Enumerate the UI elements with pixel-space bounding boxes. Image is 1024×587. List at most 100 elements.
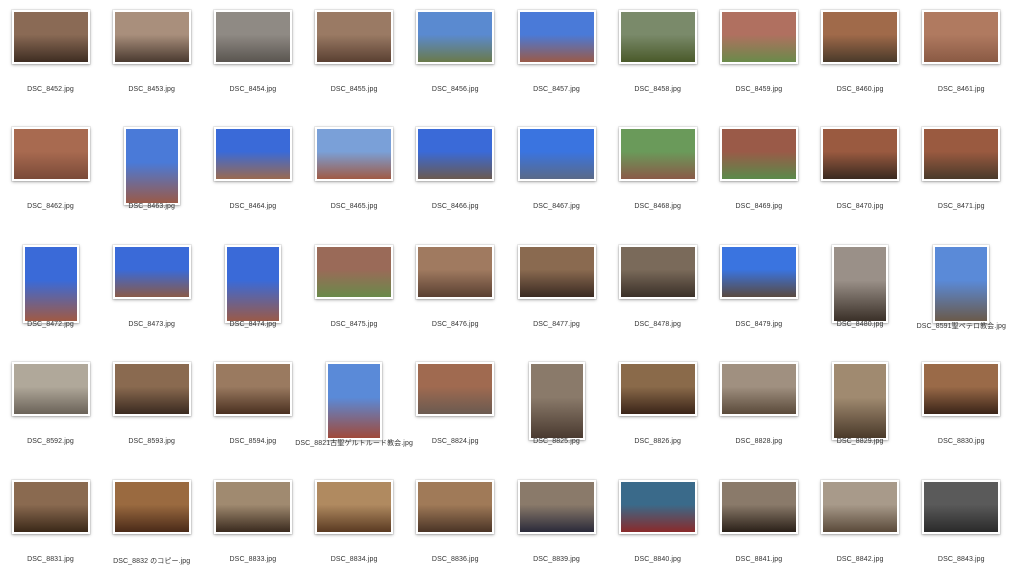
file-item[interactable]: DSC_8459.jpg [708, 0, 809, 117]
file-thumbnail[interactable] [11, 479, 90, 534]
file-thumbnail[interactable] [416, 127, 495, 182]
file-item[interactable]: DSC_8452.jpg [0, 0, 101, 117]
file-item[interactable]: DSC_8471.jpg [911, 117, 1012, 234]
file-item[interactable]: DSC_8479.jpg [708, 235, 809, 352]
file-item[interactable]: DSC_8461.jpg [911, 0, 1012, 117]
file-thumbnail[interactable] [832, 362, 889, 441]
file-thumbnail[interactable] [922, 362, 1001, 417]
file-thumbnail[interactable] [517, 127, 596, 182]
file-thumbnail[interactable] [618, 362, 697, 417]
file-item[interactable]: DSC_8477.jpg [506, 235, 607, 352]
file-item[interactable]: DSC_8475.jpg [304, 235, 405, 352]
file-thumbnail[interactable] [933, 244, 990, 323]
file-item[interactable]: DSC_8469.jpg [708, 117, 809, 234]
file-thumbnail[interactable] [517, 479, 596, 534]
file-item[interactable]: DSC_8478.jpg [607, 235, 708, 352]
file-item[interactable]: DSC_8460.jpg [810, 0, 911, 117]
file-item[interactable]: DSC_8458.jpg [607, 0, 708, 117]
file-thumbnail[interactable] [416, 362, 495, 417]
file-thumbnail[interactable] [112, 10, 191, 64]
file-thumbnail[interactable] [618, 127, 697, 182]
file-thumbnail[interactable] [821, 10, 900, 64]
file-thumbnail[interactable] [719, 127, 798, 182]
file-thumbnail[interactable] [112, 244, 191, 299]
file-item[interactable]: DSC_8826.jpg [607, 352, 708, 469]
file-thumbnail[interactable] [719, 479, 798, 534]
file-item[interactable]: DSC_8593.jpg [101, 352, 202, 469]
file-thumbnail[interactable] [618, 479, 697, 534]
file-thumbnail[interactable] [922, 127, 1001, 182]
file-item[interactable]: DSC_8840.jpg [607, 470, 708, 587]
file-thumbnail[interactable] [224, 244, 281, 323]
file-item[interactable]: DSC_8832 のコピー.jpg [101, 470, 202, 587]
file-item[interactable]: DSC_8824.jpg [405, 352, 506, 469]
file-thumbnail[interactable] [315, 244, 394, 299]
file-thumbnail[interactable] [719, 10, 798, 64]
file-thumbnail[interactable] [315, 479, 394, 534]
file-thumbnail[interactable] [821, 127, 900, 182]
file-item[interactable]: DSC_8839.jpg [506, 470, 607, 587]
file-item[interactable]: DSC_8467.jpg [506, 117, 607, 234]
file-thumbnail[interactable] [416, 244, 495, 299]
file-item[interactable]: DSC_8829.jpg [810, 352, 911, 469]
file-thumbnail[interactable] [112, 479, 191, 534]
file-thumbnail[interactable] [719, 244, 798, 299]
file-thumbnail[interactable] [618, 10, 697, 64]
file-item[interactable]: DSC_8842.jpg [810, 470, 911, 587]
file-item[interactable]: DSC_8468.jpg [607, 117, 708, 234]
file-thumbnail[interactable] [832, 244, 889, 323]
file-thumbnail[interactable] [326, 362, 383, 441]
file-item[interactable]: DSC_8454.jpg [202, 0, 303, 117]
file-item[interactable]: DSC_8841.jpg [708, 470, 809, 587]
file-thumbnail[interactable] [112, 362, 191, 417]
file-thumbnail[interactable] [416, 10, 495, 64]
file-thumbnail[interactable] [315, 10, 394, 64]
file-thumbnail[interactable] [22, 244, 79, 323]
file-thumbnail[interactable] [213, 479, 292, 534]
file-item[interactable]: DSC_8591聖ペテロ教会.jpg [911, 235, 1012, 352]
file-item[interactable]: DSC_8474.jpg [202, 235, 303, 352]
file-item[interactable]: DSC_8843.jpg [911, 470, 1012, 587]
file-item[interactable]: DSC_8834.jpg [304, 470, 405, 587]
file-thumbnail[interactable] [213, 10, 292, 64]
file-item[interactable]: DSC_8476.jpg [405, 235, 506, 352]
file-item[interactable]: DSC_8457.jpg [506, 0, 607, 117]
file-thumbnail[interactable] [517, 244, 596, 299]
file-thumbnail[interactable] [922, 10, 1001, 64]
file-thumbnail[interactable] [11, 127, 90, 182]
file-item[interactable]: DSC_8455.jpg [304, 0, 405, 117]
file-thumbnail[interactable] [821, 479, 900, 534]
file-thumbnail[interactable] [922, 479, 1001, 534]
file-item[interactable]: DSC_8465.jpg [304, 117, 405, 234]
file-thumbnail[interactable] [416, 479, 495, 534]
file-item[interactable]: DSC_8594.jpg [202, 352, 303, 469]
file-item[interactable]: DSC_8463.jpg [101, 117, 202, 234]
file-item[interactable]: DSC_8472.jpg [0, 235, 101, 352]
file-thumbnail[interactable] [213, 362, 292, 417]
file-item[interactable]: DSC_8831.jpg [0, 470, 101, 587]
file-item[interactable]: DSC_8830.jpg [911, 352, 1012, 469]
file-thumbnail[interactable] [618, 244, 697, 299]
file-thumbnail[interactable] [528, 362, 585, 441]
file-thumbnail[interactable] [315, 127, 394, 182]
file-item[interactable]: DSC_8821古聖ゲルトルード教会.jpg [295, 352, 413, 469]
file-item[interactable]: DSC_8456.jpg [405, 0, 506, 117]
file-item[interactable]: DSC_8462.jpg [0, 117, 101, 234]
file-item[interactable]: DSC_8470.jpg [810, 117, 911, 234]
file-thumbnail[interactable] [213, 127, 292, 182]
file-item[interactable]: DSC_8473.jpg [101, 235, 202, 352]
file-item[interactable]: DSC_8836.jpg [405, 470, 506, 587]
file-item[interactable]: DSC_8592.jpg [0, 352, 101, 469]
file-item[interactable]: DSC_8828.jpg [708, 352, 809, 469]
file-item[interactable]: DSC_8453.jpg [101, 0, 202, 117]
file-thumbnail[interactable] [11, 362, 90, 417]
file-thumbnail[interactable] [11, 10, 90, 64]
file-thumbnail[interactable] [719, 362, 798, 417]
file-thumbnail[interactable] [123, 127, 180, 206]
file-item[interactable]: DSC_8825.jpg [506, 352, 607, 469]
file-item[interactable]: DSC_8480.jpg [810, 235, 911, 352]
file-item[interactable]: DSC_8464.jpg [202, 117, 303, 234]
file-item[interactable]: DSC_8466.jpg [405, 117, 506, 234]
file-thumbnail[interactable] [517, 10, 596, 64]
file-item[interactable]: DSC_8833.jpg [202, 470, 303, 587]
